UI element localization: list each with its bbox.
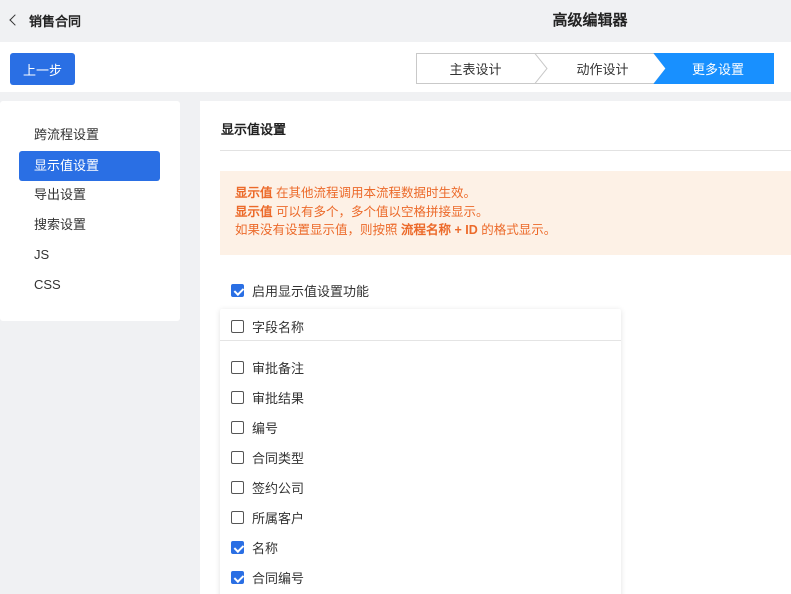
field-label: 签约公司 [252, 481, 305, 496]
enable-label: 启用显示值设置功能 [252, 284, 370, 299]
field-checkbox-approval-note[interactable]: 审批备注 [231, 358, 304, 377]
notice-text: 的格式显示。 [477, 223, 557, 237]
field-header-label: 字段名称 [252, 320, 305, 335]
field-checkbox-customer[interactable]: 所属客户 [231, 508, 304, 527]
step-navigator: 主表设计 动作设计 更多设置 [416, 53, 774, 84]
checkbox-checked-icon[interactable] [231, 284, 244, 297]
field-checkbox-signing-company[interactable]: 签约公司 [231, 478, 304, 497]
checkbox-icon[interactable] [231, 451, 244, 464]
field-checkbox-name[interactable]: 名称 [231, 538, 278, 557]
notice-line-3: 如果没有设置显示值，则按照 流程名称 + ID 的格式显示。 [235, 221, 791, 240]
notice-box: 显示值 在其他流程调用本流程数据时生效。 显示值 可以有多个，多个值以空格拼接显… [220, 171, 791, 255]
notice-text: 可以有多个，多个值以空格拼接显示。 [272, 204, 489, 219]
checkbox-icon[interactable] [231, 511, 244, 524]
field-list-panel: 字段名称 审批备注 审批结果 编号 合同类型 签约公司 所属客户 名称 合同编号 [220, 309, 621, 594]
sidebar-item-js[interactable]: JS [19, 240, 160, 270]
checkbox-icon[interactable] [231, 481, 244, 494]
field-label: 审批结果 [252, 391, 305, 406]
main-panel: 显示值设置 显示值 在其他流程调用本流程数据时生效。 显示值 可以有多个，多个值… [200, 101, 791, 594]
step-more-settings[interactable]: 更多设置 [662, 53, 774, 84]
field-label: 编号 [252, 421, 279, 436]
sidebar-item-export[interactable]: 导出设置 [19, 180, 160, 210]
field-label: 审批备注 [252, 361, 305, 376]
checkbox-checked-icon[interactable] [231, 571, 244, 584]
notice-text: 如果没有设置显示值，则按照 [235, 223, 401, 237]
prev-step-button[interactable]: 上一步 [10, 53, 75, 85]
checkbox-icon[interactable] [231, 391, 244, 404]
checkbox-icon[interactable] [231, 421, 244, 434]
notice-line-2: 显示值 可以有多个，多个值以空格拼接显示。 [235, 203, 791, 222]
sidebar-item-search[interactable]: 搜索设置 [19, 210, 160, 240]
section-divider [220, 150, 791, 151]
field-checkbox-number[interactable]: 编号 [231, 418, 278, 437]
sidebar-item-css[interactable]: CSS [19, 270, 160, 300]
enable-display-value-checkbox[interactable]: 启用显示值设置功能 [231, 281, 369, 300]
notice-keyword: 显示值 [235, 204, 273, 219]
field-checkbox-contract-number[interactable]: 合同编号 [231, 568, 304, 587]
field-checkbox-approval-result[interactable]: 审批结果 [231, 388, 304, 407]
field-label: 名称 [252, 541, 279, 556]
field-header-checkbox[interactable]: 字段名称 [231, 317, 304, 336]
settings-sidebar: 跨流程设置 显示值设置 导出设置 搜索设置 JS CSS [0, 101, 180, 321]
page-title: 高级编辑器 [552, 12, 628, 29]
step-main-design[interactable]: 主表设计 [416, 53, 535, 84]
field-checkbox-contract-type[interactable]: 合同类型 [231, 448, 304, 467]
section-title: 显示值设置 [221, 122, 287, 137]
sidebar-item-cross-process[interactable]: 跨流程设置 [19, 120, 160, 150]
checkbox-icon[interactable] [231, 361, 244, 374]
field-label: 合同类型 [252, 451, 305, 466]
step-action-design[interactable]: 动作设计 [543, 53, 662, 84]
sidebar-item-display-value[interactable]: 显示值设置 [19, 151, 160, 181]
checkbox-icon[interactable] [231, 320, 244, 333]
checkbox-checked-icon[interactable] [231, 541, 244, 554]
notice-text: 在其他流程调用本流程数据时生效。 [272, 186, 476, 200]
toolbar: 上一步 主表设计 动作设计 更多设置 [0, 42, 791, 92]
notice-line-1: 显示值 在其他流程调用本流程数据时生效。 [235, 184, 791, 203]
notice-keyword: 流程名称 + ID [400, 223, 478, 237]
top-bar: 销售合同 高级编辑器 [0, 0, 791, 40]
panel-divider [220, 340, 621, 341]
field-label: 所属客户 [252, 511, 305, 526]
field-label: 合同编号 [252, 571, 305, 586]
notice-keyword: 显示值 [235, 186, 273, 200]
